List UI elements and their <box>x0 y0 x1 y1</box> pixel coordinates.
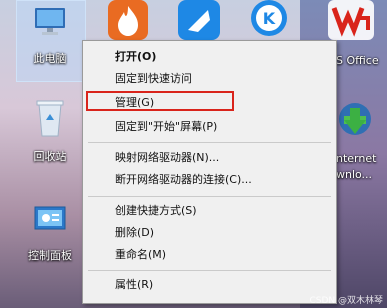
wps-office-icon[interactable] <box>328 0 374 40</box>
menu-item-properties[interactable]: 属性(R) <box>115 278 153 292</box>
menu-item-disconnect-drive[interactable]: 断开网络驱动器的连接(C)... <box>115 173 252 187</box>
watermark: CSDN @双木林琴 <box>309 296 383 306</box>
control-panel-shortcut[interactable]: 控制面板 <box>16 205 84 263</box>
recycle-bin-shortcut[interactable]: 回收站 <box>16 98 84 164</box>
context-menu: 打开(O) 固定到快速访问 管理(G) 固定到"开始"屏幕(P) 映射网络驱动器… <box>82 40 337 304</box>
download-manager-icon[interactable] <box>336 100 374 140</box>
this-pc-label: 此电脑 <box>33 52 67 65</box>
menu-item-create-shortcut[interactable]: 创建快捷方式(S) <box>115 204 197 218</box>
download-label: wnlo... <box>336 168 373 181</box>
menu-item-map-drive[interactable]: 映射网络驱动器(N)... <box>115 151 219 165</box>
menu-separator <box>88 270 331 271</box>
flame-app-icon[interactable] <box>108 0 148 40</box>
menu-item-pin-quick-access[interactable]: 固定到快速访问 <box>115 72 192 86</box>
control-panel-label: 控制面板 <box>28 249 72 262</box>
menu-item-pin-start[interactable]: 固定到"开始"屏幕(P) <box>115 120 217 134</box>
recycle-bin-icon <box>36 100 64 137</box>
highlight-annotation <box>86 91 234 111</box>
k-app-icon[interactable]: K <box>247 0 291 40</box>
control-panel-icon <box>34 206 66 230</box>
monitor-icon <box>35 8 65 35</box>
feather-app-icon[interactable] <box>178 0 220 40</box>
menu-item-delete[interactable]: 删除(D) <box>115 226 154 240</box>
wps-office-label: S Office <box>336 54 379 67</box>
internet-label: nternet <box>336 152 377 165</box>
menu-item-open[interactable]: 打开(O) <box>115 50 156 64</box>
menu-item-rename[interactable]: 重命名(M) <box>115 248 166 262</box>
menu-separator <box>88 142 331 143</box>
recycle-bin-label: 回收站 <box>33 150 67 163</box>
this-pc-shortcut[interactable]: 此电脑 <box>16 6 84 66</box>
menu-separator <box>88 196 331 197</box>
svg-text:K: K <box>263 9 276 28</box>
